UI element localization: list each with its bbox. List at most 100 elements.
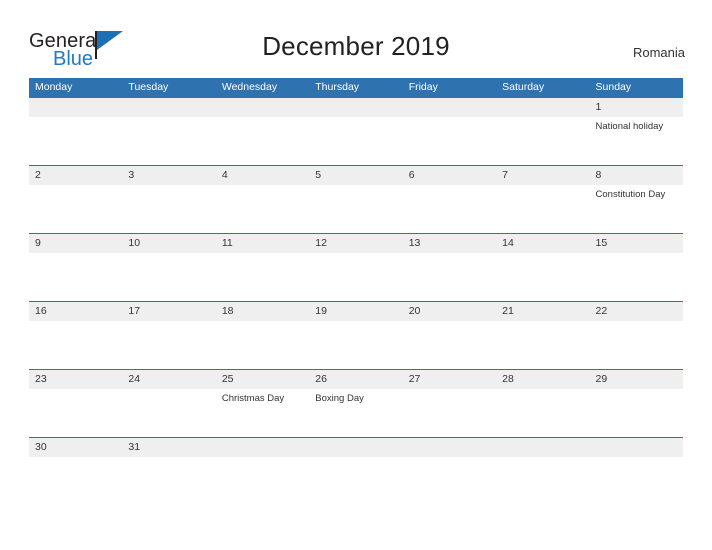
calendar-day-cell-empty <box>29 98 122 165</box>
week-strip: 23 24 25 Christmas Day 26 Boxing Day 27 28 29 <box>29 370 683 437</box>
country-label: Romania <box>632 45 685 60</box>
day-number: 17 <box>128 305 141 317</box>
calendar-day-cell[interactable]: 11 <box>216 234 309 301</box>
calendar-grid: Monday Tuesday Wednesday Thursday Friday Satu… <box>29 78 683 460</box>
week-strip: 2 3 4 5 6 7 8 Constitution Day <box>29 166 683 233</box>
calendar-day-cell[interactable]: 13 <box>403 234 496 301</box>
day-number: 2 <box>35 169 41 181</box>
calendar-day-cell[interactable]: 30 <box>29 438 122 460</box>
day-number: 5 <box>315 169 322 181</box>
day-number: 11 <box>221 237 233 249</box>
day-number: 30 <box>35 441 47 453</box>
calendar-day-cell-empty <box>309 438 402 460</box>
calendar-week-row: 23 24 25 Christmas Day 26 Boxing Day 27 28 29 <box>29 369 683 437</box>
day-number: 10 <box>128 237 141 249</box>
calendar-day-cell[interactable]: 9 <box>29 234 122 301</box>
day-number: 21 <box>502 305 514 317</box>
calendar-day-cell[interactable]: 27 <box>403 370 496 437</box>
calendar-week-row: 2 3 4 5 6 7 8 Constitution Day <box>29 165 683 233</box>
weekday-header-friday: Friday <box>408 81 438 93</box>
day-number: 18 <box>221 305 234 317</box>
day-number: 29 <box>595 373 608 385</box>
calendar-day-cell[interactable]: 10 <box>122 234 215 301</box>
calendar-day-cell[interactable]: 8 Constitution Day <box>590 166 683 233</box>
calendar-day-cell[interactable]: 28 <box>496 370 589 437</box>
day-number: 20 <box>408 305 421 317</box>
day-number: 4 <box>221 169 228 181</box>
day-number: 13 <box>408 237 421 249</box>
calendar-day-cell[interactable]: 18 <box>216 302 309 369</box>
day-number: 7 <box>502 169 508 181</box>
calendar-day-cell-empty <box>309 98 402 165</box>
day-number: 23 <box>35 373 47 385</box>
calendar-day-cell-empty <box>216 438 309 460</box>
day-number: 19 <box>315 305 327 317</box>
day-number: 9 <box>35 237 41 249</box>
calendar-day-cell[interactable]: 20 <box>403 302 496 369</box>
day-event-label: National holiday <box>595 121 664 132</box>
calendar-day-cell[interactable]: 4 <box>216 166 309 233</box>
day-number: 14 <box>502 237 514 249</box>
week-strip: 9 10 11 12 13 14 15 <box>29 234 683 301</box>
day-number: 27 <box>408 373 421 385</box>
calendar-day-cell[interactable]: 24 <box>122 370 215 437</box>
calendar-day-cell[interactable]: 3 <box>122 166 215 233</box>
calendar-day-cell[interactable]: 2 <box>29 166 122 233</box>
calendar-day-cell[interactable]: 15 <box>590 234 683 301</box>
page-title: December 2019 <box>262 31 450 61</box>
day-number: 22 <box>595 305 608 317</box>
day-number: 16 <box>35 305 47 317</box>
calendar-day-cell[interactable]: 22 <box>590 302 683 369</box>
day-number: 1 <box>595 101 602 113</box>
day-number: 25 <box>221 373 234 385</box>
calendar-day-cell[interactable]: 1 National holiday <box>590 98 683 165</box>
calendar-week-row: 1 National holiday <box>29 97 683 165</box>
calendar-day-cell[interactable]: 21 <box>496 302 589 369</box>
calendar-day-cell[interactable]: 26 Boxing Day <box>309 370 402 437</box>
calendar-day-cell[interactable]: 17 <box>122 302 215 369</box>
day-number: 28 <box>502 373 514 385</box>
calendar-day-cell[interactable]: 5 <box>309 166 402 233</box>
day-event-label: Christmas Day <box>221 393 285 404</box>
week-strip: 1 National holiday <box>29 98 683 165</box>
day-number: 24 <box>128 373 141 385</box>
week-strip: 30 31 <box>29 438 683 460</box>
calendar-day-cell[interactable]: 31 <box>122 438 215 460</box>
calendar-day-cell-empty <box>216 98 309 165</box>
calendar-day-cell[interactable]: 16 <box>29 302 122 369</box>
weekday-header-monday: Monday <box>35 81 73 93</box>
week-strip: 16 17 18 19 20 21 22 <box>29 302 683 369</box>
calendar-page: General Blue December 2019 Romania Monda… <box>0 0 712 550</box>
weekday-header-row: Monday Tuesday Wednesday Thursday Friday Satu… <box>29 78 683 97</box>
day-number: 3 <box>128 169 135 181</box>
day-number: 8 <box>595 169 602 181</box>
day-number: 12 <box>315 237 327 249</box>
calendar-day-cell[interactable]: 29 <box>590 370 683 437</box>
calendar-day-cell[interactable]: 19 <box>309 302 402 369</box>
calendar-week-row: 9 10 11 12 13 14 15 <box>29 233 683 301</box>
weekday-header-sunday: Sunday <box>595 81 632 93</box>
day-event-label: Constitution Day <box>595 189 666 200</box>
calendar-day-cell-empty <box>590 438 683 460</box>
calendar-weeks: 1 National holiday 2 3 4 5 6 7 8 Constitution Day… <box>29 97 683 460</box>
calendar-day-cell-empty <box>496 438 589 460</box>
day-number: 15 <box>595 237 608 249</box>
calendar-day-cell[interactable]: 25 Christmas Day <box>216 370 309 437</box>
calendar-day-cell[interactable]: 6 <box>403 166 496 233</box>
calendar-day-cell[interactable]: 7 <box>496 166 589 233</box>
weekday-header-thursday: Thursday <box>315 81 360 93</box>
calendar-day-cell-empty <box>403 438 496 460</box>
calendar-week-row: 16 17 18 19 20 21 22 <box>29 301 683 369</box>
weekday-header-tuesday: Tuesday <box>128 81 169 93</box>
day-number: 31 <box>128 441 141 453</box>
day-event-label: Boxing Day <box>315 393 364 404</box>
calendar-day-cell[interactable]: 23 <box>29 370 122 437</box>
calendar-day-cell[interactable]: 14 <box>496 234 589 301</box>
calendar-day-cell-empty <box>496 98 589 165</box>
calendar-day-cell-empty <box>403 98 496 165</box>
page-header: General Blue December 2019 Romania <box>0 0 712 78</box>
calendar-day-cell-empty <box>122 98 215 165</box>
calendar-day-cell[interactable]: 12 <box>309 234 402 301</box>
day-number: 6 <box>408 169 415 181</box>
day-number: 26 <box>315 373 327 385</box>
